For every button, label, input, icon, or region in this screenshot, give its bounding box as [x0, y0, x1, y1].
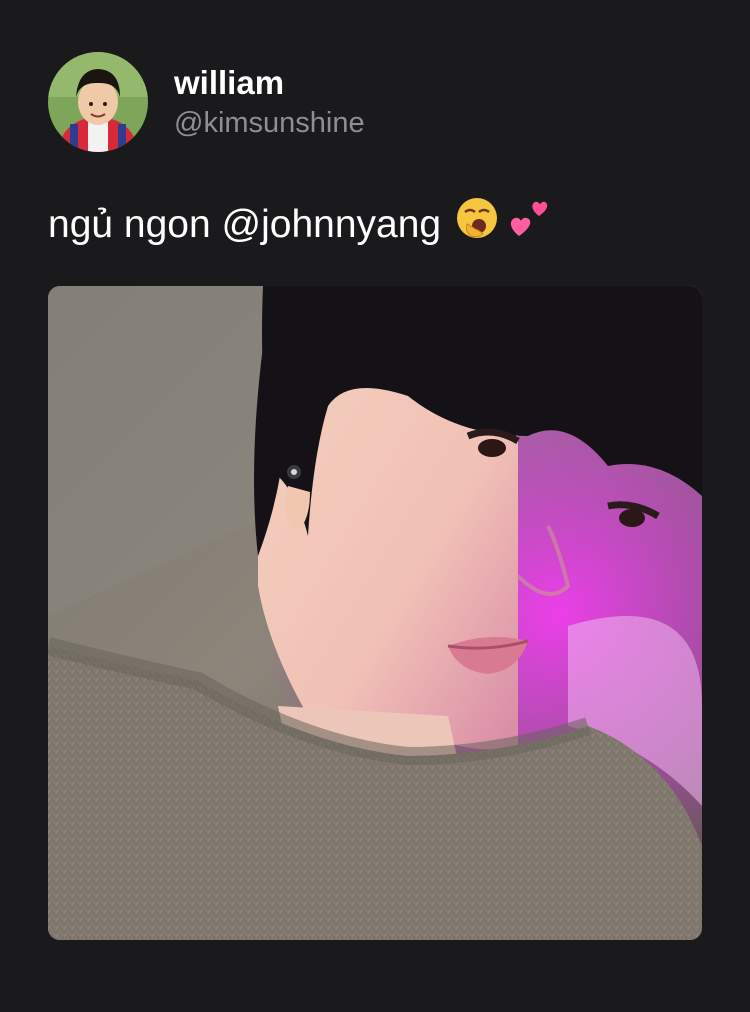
post-header: william @kimsunshine — [48, 52, 365, 152]
author-handle[interactable]: @kimsunshine — [174, 105, 365, 141]
avatar-photo-icon — [48, 52, 148, 152]
author-display-name[interactable]: william — [174, 63, 365, 103]
post-photo[interactable] — [48, 286, 702, 940]
yawning-face-emoji-icon — [455, 196, 499, 253]
author-avatar[interactable] — [48, 52, 148, 152]
post-body: ngủ ngon @johnnyang — [48, 196, 551, 253]
post-text: ngủ ngon @johnnyang — [48, 202, 442, 246]
two-hearts-emoji-icon — [507, 196, 551, 253]
selfie-photo-icon — [48, 286, 702, 940]
author-names: william @kimsunshine — [174, 63, 365, 141]
